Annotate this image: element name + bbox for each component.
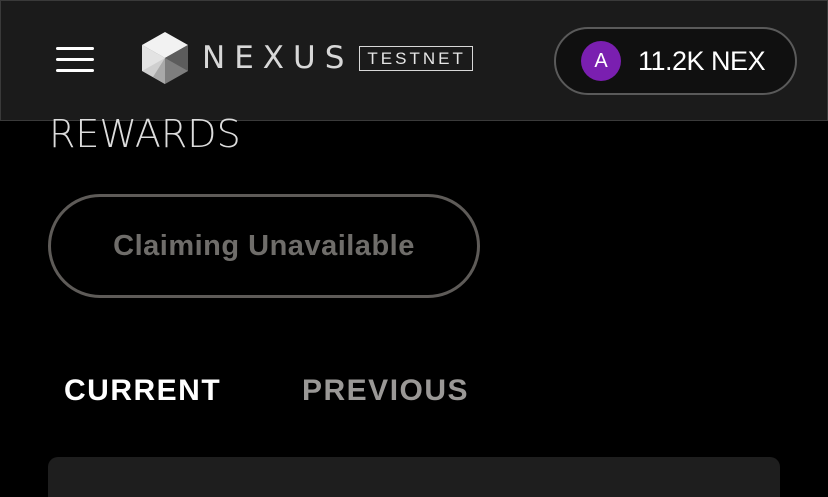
menu-line xyxy=(56,69,94,72)
token-balance: 11.2K NEX xyxy=(638,45,766,76)
hamburger-menu-icon[interactable] xyxy=(56,45,94,73)
logo-wordmark: NEXUS xyxy=(202,40,354,76)
rewards-panel xyxy=(48,457,780,497)
menu-line xyxy=(56,58,94,61)
cube-logo-icon xyxy=(142,32,188,84)
wallet-button[interactable]: A 11.2K NEX xyxy=(554,27,797,95)
top-navigation-bar: NEXUS TESTNET A 11.2K NEX xyxy=(0,0,828,121)
network-badge: TESTNET xyxy=(359,45,473,71)
page-title: REWARDS xyxy=(49,112,241,156)
menu-line xyxy=(56,47,94,50)
nexus-logo[interactable]: NEXUS TESTNET xyxy=(142,32,473,84)
claim-button[interactable]: Claiming Unavailable xyxy=(48,194,480,298)
tab-previous[interactable]: PREVIOUS xyxy=(302,373,469,409)
avatar: A xyxy=(581,41,621,81)
tab-current[interactable]: CURRENT xyxy=(64,373,221,409)
